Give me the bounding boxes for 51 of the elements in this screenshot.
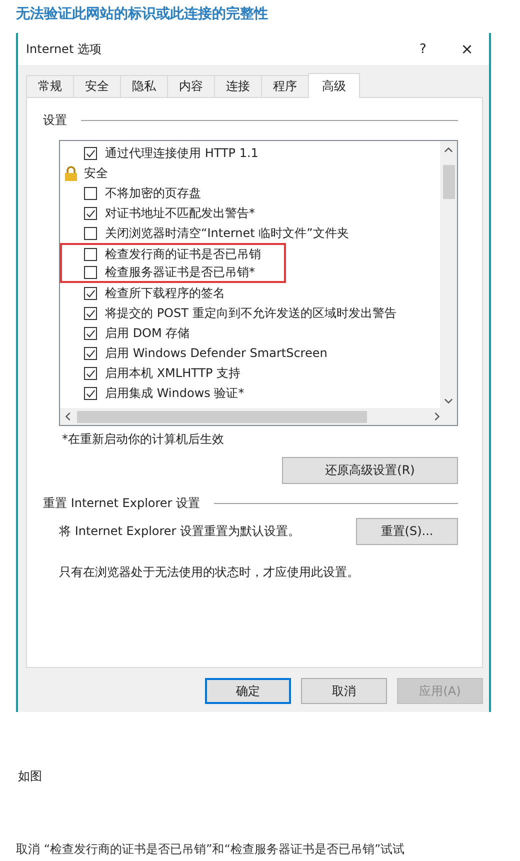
horizontal-scrollbar[interactable]: [60, 408, 457, 425]
checkbox[interactable]: [84, 226, 97, 240]
scroll-left-icon[interactable]: [65, 412, 71, 421]
tab[interactable]: 高级: [308, 73, 360, 98]
setting-label: 启用集成 Windows 验证*: [105, 384, 244, 402]
reset-description: 将 Internet Explorer 设置重置为默认设置。: [59, 523, 300, 540]
group-label: 重置 Internet Explorer 设置: [43, 495, 200, 512]
checkbox[interactable]: [84, 386, 97, 400]
setting-label: 关闭浏览器时清空“Internet 临时文件”文件夹: [105, 224, 349, 242]
lock-icon: [64, 166, 78, 180]
category-label: 安全: [84, 164, 108, 182]
setting-label: 启用 Windows Defender SmartScreen: [105, 344, 328, 362]
checkbox[interactable]: [84, 326, 97, 340]
scroll-up-icon[interactable]: [444, 147, 453, 153]
scroll-thumb[interactable]: [442, 165, 454, 199]
setting-label: 检查服务器证书是否已吊销*: [105, 264, 255, 280]
page-heading: 无法验证此网站的标识或此连接的完整性: [14, 4, 269, 24]
caption-text: 如图: [18, 768, 43, 785]
tab[interactable]: 常规: [26, 75, 74, 97]
setting-label: 检查发行商的证书是否已吊销: [105, 246, 261, 262]
scroll-down-icon[interactable]: [444, 398, 453, 404]
help-button[interactable]: ?: [401, 34, 445, 64]
close-button[interactable]: ×: [445, 34, 489, 64]
restart-note: *在重新启动你的计算机后生效: [62, 431, 225, 448]
checkbox[interactable]: [84, 186, 97, 200]
checkbox[interactable]: [84, 146, 97, 160]
setting-label: 不将加密的页存盘: [105, 184, 201, 202]
checkbox[interactable]: [84, 266, 97, 278]
checkbox[interactable]: [84, 286, 97, 300]
setting-label: 通过代理连接使用 HTTP 1.1: [105, 144, 258, 162]
window-title: Internet 选项: [26, 40, 102, 58]
checkbox[interactable]: [84, 346, 97, 360]
restore-button[interactable]: 还原高级设置(R): [282, 457, 458, 484]
checkbox[interactable]: [84, 206, 97, 220]
instruction-text: 取消 “检查发行商的证书是否已吊销”和“检查服务器证书是否已吊销”试试: [16, 841, 406, 858]
dialog-button[interactable]: 取消: [301, 678, 387, 704]
group-label: 设置: [43, 112, 67, 129]
checkbox[interactable]: [84, 306, 97, 320]
setting-label: 检查所下载程序的签名: [105, 284, 225, 302]
setting-label: 将提交的 POST 重定向到不允许发送的区域时发出警告: [105, 304, 396, 322]
reset-note: 只有在浏览器处于无法使用的状态时，才应使用此设置。: [59, 564, 360, 581]
checkbox[interactable]: [84, 366, 97, 380]
reset-button[interactable]: 重置(S)...: [356, 518, 458, 545]
vertical-scrollbar[interactable]: [440, 141, 457, 408]
scroll-thumb[interactable]: [77, 410, 367, 422]
dialog-button[interactable]: 确定: [205, 678, 291, 704]
setting-label: 启用本机 XMLHTTP 支持: [105, 364, 241, 382]
setting-label: 启用 DOM 存储: [105, 324, 190, 342]
scroll-right-icon[interactable]: [434, 412, 440, 421]
setting-label: 对证书地址不匹配发出警告*: [105, 204, 255, 222]
checkbox[interactable]: [84, 248, 97, 260]
